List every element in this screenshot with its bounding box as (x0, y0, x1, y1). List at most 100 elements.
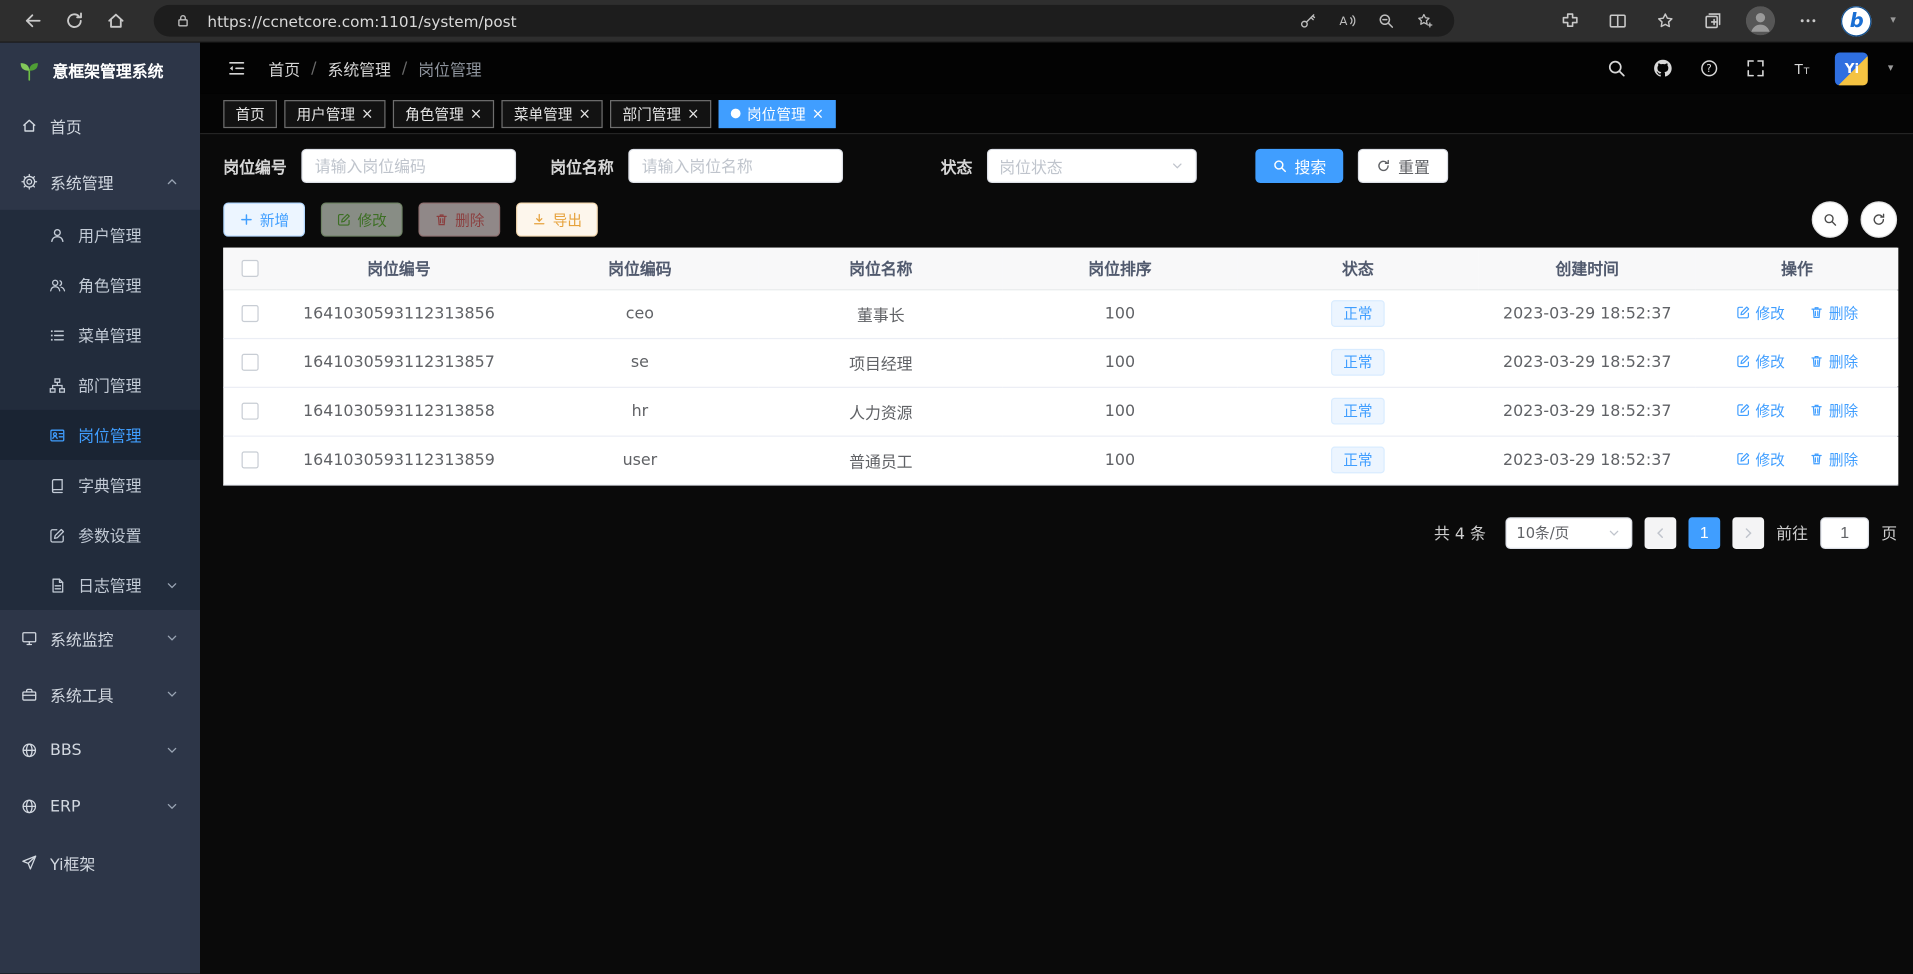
row-delete-link[interactable]: 删除 (1809, 351, 1858, 372)
app-logo[interactable]: 意框架管理系统 (0, 43, 200, 98)
svg-text:A: A (1339, 14, 1347, 28)
select-all-checkbox[interactable] (242, 260, 259, 277)
tab-home[interactable]: 首页 (223, 99, 277, 127)
refresh-table-button[interactable] (1861, 201, 1898, 238)
refresh-icon[interactable] (54, 2, 95, 39)
breadcrumb-current: 岗位管理 (418, 57, 481, 80)
status-select[interactable]: 岗位状态 (987, 149, 1197, 183)
row-edit-link[interactable]: 修改 (1736, 449, 1785, 470)
post-name-input[interactable] (628, 149, 843, 183)
reset-button[interactable]: 重置 (1358, 149, 1448, 183)
ellipsis-menu-icon[interactable] (1794, 6, 1823, 35)
sidebar-collapse-icon[interactable] (220, 51, 254, 85)
browser-toolbar: https://ccnetcore.com:1101/system/post A (0, 0, 1913, 43)
goto-page-input[interactable] (1820, 517, 1869, 549)
github-icon[interactable] (1650, 55, 1677, 82)
bing-icon[interactable]: b (1842, 5, 1873, 36)
export-button[interactable]: 导出 (516, 203, 598, 237)
page-size-select[interactable]: 10条/页 (1505, 517, 1632, 549)
help-question-icon[interactable]: ? (1696, 55, 1723, 82)
edit-button[interactable]: 修改 (321, 203, 403, 237)
page-number-button[interactable]: 1 (1688, 517, 1720, 549)
breadcrumb-home[interactable]: 首页 (268, 57, 300, 80)
font-size-icon[interactable]: TT (1789, 55, 1816, 82)
chevron-down-icon (165, 687, 180, 702)
extensions-icon[interactable] (1556, 6, 1585, 35)
col-actions: 操作 (1696, 248, 1899, 289)
search-form: 岗位编号 岗位名称 状态 岗位状态 (223, 149, 1897, 183)
sidebar-item-dept-mgmt[interactable]: 部门管理 (0, 360, 200, 410)
tab-role-mgmt[interactable]: 角色管理 × (393, 99, 494, 127)
row-edit-link[interactable]: 修改 (1736, 400, 1785, 421)
row-checkbox[interactable] (242, 305, 259, 322)
tag-view-bar: 首页 用户管理 × 角色管理 × 菜单管理 × 部门管理 × (200, 94, 1913, 134)
row-checkbox[interactable] (242, 354, 259, 371)
toggle-search-button[interactable] (1812, 201, 1849, 238)
app-header: 首页 / 系统管理 / 岗位管理 ? (200, 43, 1913, 94)
tab-user-mgmt[interactable]: 用户管理 × (284, 99, 385, 127)
close-icon[interactable]: × (470, 106, 482, 121)
table-row: 1641030593112313859 user 普通员工 100 正常 202… (223, 436, 1898, 485)
collections-icon[interactable] (1699, 6, 1728, 35)
address-bar[interactable]: https://ccnetcore.com:1101/system/post A (154, 5, 1455, 37)
split-screen-icon[interactable] (1604, 6, 1633, 35)
sidebar-item-dict-mgmt[interactable]: 字典管理 (0, 460, 200, 510)
row-edit-link[interactable]: 修改 (1736, 351, 1785, 372)
chevron-down-icon[interactable]: ▾ (1890, 15, 1896, 27)
sidebar-menu: 首页 系统管理 用户管理 (0, 98, 200, 974)
globe-icon (21, 798, 38, 815)
close-icon[interactable]: × (361, 106, 373, 121)
add-button[interactable]: 新增 (223, 203, 305, 237)
sidebar-item-log-mgmt[interactable]: 日志管理 (0, 560, 200, 610)
row-delete-link[interactable]: 删除 (1809, 449, 1858, 470)
sidebar-item-home[interactable]: 首页 (0, 98, 200, 154)
row-delete-link[interactable]: 删除 (1809, 302, 1858, 323)
sidebar-item-system-mgmt[interactable]: 系统管理 (0, 154, 200, 210)
favorites-bar-icon[interactable] (1651, 6, 1680, 35)
close-icon[interactable]: × (812, 106, 824, 121)
sidebar-item-post-mgmt[interactable]: 岗位管理 (0, 410, 200, 460)
gear-icon (21, 173, 38, 190)
tab-post-mgmt[interactable]: 岗位管理 × (719, 99, 836, 127)
row-checkbox[interactable] (242, 403, 259, 420)
toolbox-icon (21, 686, 38, 703)
status-badge: 正常 (1331, 300, 1385, 328)
password-key-icon[interactable] (1293, 6, 1322, 35)
browser-home-icon[interactable] (95, 2, 136, 39)
row-checkbox[interactable] (242, 451, 259, 468)
back-icon[interactable] (12, 2, 53, 39)
tab-menu-mgmt[interactable]: 菜单管理 × (502, 99, 603, 127)
sidebar-item-param-settings[interactable]: 参数设置 (0, 510, 200, 560)
chevron-up-icon (165, 174, 180, 189)
tab-dept-mgmt[interactable]: 部门管理 × (610, 99, 711, 127)
url-text: https://ccnetcore.com:1101/system/post (207, 12, 1283, 30)
sidebar-item-bbs[interactable]: BBS (0, 722, 200, 778)
table-toolbar: 新增 修改 删除 导出 (223, 201, 1897, 238)
browser-profile-avatar[interactable] (1746, 6, 1775, 35)
search-icon[interactable] (1604, 55, 1631, 82)
post-id-input[interactable] (301, 149, 516, 183)
sidebar-item-system-monitor[interactable]: 系统监控 (0, 610, 200, 666)
zoom-out-icon[interactable] (1371, 6, 1400, 35)
search-button[interactable]: 搜索 (1255, 149, 1343, 183)
chevron-down-icon[interactable]: ▾ (1888, 62, 1894, 74)
read-aloud-icon[interactable]: A (1332, 6, 1361, 35)
delete-button[interactable]: 删除 (418, 203, 500, 237)
close-icon[interactable]: × (687, 106, 699, 121)
sidebar-item-menu-mgmt[interactable]: 菜单管理 (0, 310, 200, 360)
sidebar-item-system-tools[interactable]: 系统工具 (0, 666, 200, 722)
next-page-button[interactable] (1732, 517, 1764, 549)
sidebar-item-erp[interactable]: ERP (0, 778, 200, 834)
sidebar-item-user-mgmt[interactable]: 用户管理 (0, 210, 200, 260)
sidebar-item-yi-framework[interactable]: Yi框架 (0, 834, 200, 890)
user-avatar-logo[interactable]: Yi (1835, 52, 1868, 85)
prev-page-button[interactable] (1645, 517, 1677, 549)
col-post-id: 岗位编号 (277, 248, 521, 289)
close-icon[interactable]: × (579, 106, 591, 121)
sidebar-item-role-mgmt[interactable]: 角色管理 (0, 260, 200, 310)
row-delete-link[interactable]: 删除 (1809, 400, 1858, 421)
breadcrumb-system[interactable]: 系统管理 (327, 57, 390, 80)
row-edit-link[interactable]: 修改 (1736, 302, 1785, 323)
favorite-star-icon[interactable] (1410, 6, 1439, 35)
fullscreen-icon[interactable] (1743, 55, 1770, 82)
